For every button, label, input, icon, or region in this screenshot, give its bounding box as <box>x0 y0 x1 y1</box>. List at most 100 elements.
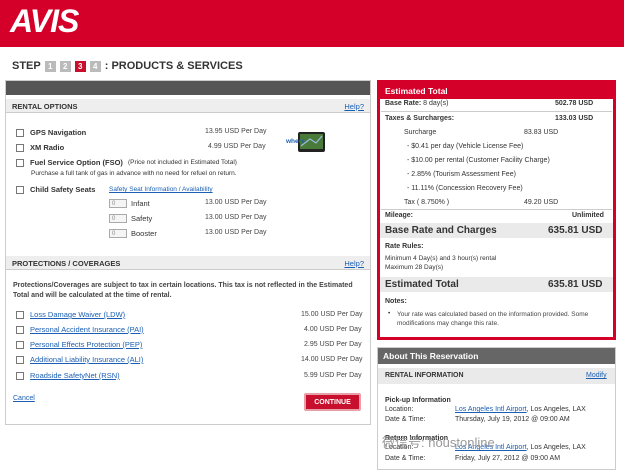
safety-price: 13.00 USD Per Day <box>205 214 267 221</box>
child-seats-option: Child Safety Seats <box>16 185 95 194</box>
step-3-active: 3 <box>74 60 86 72</box>
rsn-option: Roadside SafetyNet (RSN) <box>16 371 120 380</box>
fso-description: Purchase a full tank of gas in advance w… <box>31 170 237 177</box>
pickup-datetime: Thursday, July 19, 2012 @ 09:00 AM <box>455 416 570 423</box>
ali-price: 14.00 USD Per Day <box>301 356 363 363</box>
safety-label: Safety <box>131 214 153 223</box>
surcharge-label: Surcharge <box>404 129 437 136</box>
taxes-label: Taxes & Surcharges: <box>385 115 455 122</box>
pickup-location: Los Angeles Intl Airport, Los Angeles, L… <box>455 406 586 413</box>
estimated-total-header: Estimated Total <box>380 83 613 99</box>
estimated-total-label: Estimated Total <box>385 279 459 290</box>
rental-options-help-link[interactable]: Help? <box>344 102 364 111</box>
rate-rule-max: Maximum 28 Day(s) <box>385 264 444 271</box>
pai-link[interactable]: Personal Accident Insurance (PAI) <box>30 325 144 334</box>
pickup-datetime-label: Date & Time: <box>385 416 426 423</box>
pai-checkbox[interactable] <box>16 325 24 334</box>
gps-brand-text: where <box>286 138 305 145</box>
fso-checkbox[interactable] <box>16 158 24 167</box>
booster-qty-select[interactable]: 0 <box>109 229 127 238</box>
xm-price: 4.99 USD Per Day <box>208 143 266 150</box>
fso-option: Fuel Service Option (FSO) (Price not inc… <box>16 158 237 167</box>
divider <box>381 111 612 112</box>
rsn-price: 5.99 USD Per Day <box>304 372 362 379</box>
watermark: 微信号: houstonline <box>382 435 495 450</box>
fso-note: (Price not included in Estimated Total) <box>127 159 237 166</box>
ali-option: Additional Liability Insurance (ALI) <box>16 355 143 364</box>
base-rate-label: Base Rate: <box>385 100 422 107</box>
step-2[interactable]: 2 <box>59 60 71 72</box>
child-seats-label: Child Safety Seats <box>30 185 96 194</box>
return-datetime: Friday, July 27, 2012 @ 09:00 AM <box>455 455 561 462</box>
step-indicator: STEP 1 2 3 4 : PRODUCTS & SERVICES <box>12 59 243 73</box>
rate-rules-label: Rate Rules: <box>385 243 424 250</box>
ldw-checkbox[interactable] <box>16 310 24 319</box>
pep-price: 2.95 USD Per Day <box>304 341 362 348</box>
ldw-link[interactable]: Loss Damage Waiver (LDW) <box>30 310 125 319</box>
modify-link[interactable]: Modify <box>586 372 607 379</box>
panel-top-bar <box>6 81 370 95</box>
pickup-location-label: Location: <box>385 406 414 413</box>
rental-info-title: RENTAL INFORMATION <box>385 372 464 379</box>
cancel-link[interactable]: Cancel <box>13 395 35 402</box>
pai-price: 4.00 USD Per Day <box>304 326 362 333</box>
gps-option: GPS Navigation <box>16 128 86 137</box>
rate-rule-min: Minimum 4 Day(s) and 3 hour(s) rental <box>385 255 497 262</box>
rental-options-header: RENTAL OPTIONS Help? <box>6 99 370 113</box>
surcharge-value: 83.83 USD <box>524 129 559 136</box>
step-label: STEP <box>12 60 41 72</box>
estimated-total-value: 635.81 USD <box>548 279 603 290</box>
base-rate-value: 502.78 USD <box>555 100 594 107</box>
rsn-link[interactable]: Roadside SafetyNet (RSN) <box>30 371 120 380</box>
safety-seat-info-link[interactable]: Safety Seat Information / Availability <box>109 186 213 193</box>
site-header: AVIS <box>0 0 624 47</box>
pai-option: Personal Accident Insurance (PAI) <box>16 325 144 334</box>
taxes-value: 133.03 USD <box>555 115 594 122</box>
gps-price: 13.95 USD Per Day <box>205 128 267 135</box>
infant-qty-select[interactable]: 0 <box>109 199 127 208</box>
notes-text: Your rate was calculated based on the in… <box>397 311 589 327</box>
ldw-price: 15.00 USD Per Day <box>301 311 363 318</box>
continue-button[interactable]: CONTINUE <box>304 393 361 411</box>
brc-label: Base Rate and Charges <box>385 225 497 236</box>
gps-checkbox[interactable] <box>16 128 24 137</box>
mileage-label: Mileage: <box>385 212 414 219</box>
avis-logo[interactable]: AVIS <box>10 3 79 40</box>
booster-label: Booster <box>131 229 157 238</box>
ldw-option: Loss Damage Waiver (LDW) <box>16 310 125 319</box>
rsn-checkbox[interactable] <box>16 371 24 380</box>
base-rate-days: 8 day(s) <box>423 100 449 107</box>
fee-vehicle-license: - $0.41 per day (Vehicle License Fee) <box>407 143 524 150</box>
infant-seat-row: 0 Infant <box>109 199 150 208</box>
rental-options-title: RENTAL OPTIONS <box>12 102 78 111</box>
return-datetime-label: Date & Time: <box>385 455 426 462</box>
base-rate-row: Base Rate: 8 day(s) <box>385 100 448 107</box>
fee-customer-facility: - $10.00 per rental (Customer Facility C… <box>407 157 550 164</box>
step-1[interactable]: 1 <box>44 60 56 72</box>
child-seats-checkbox[interactable] <box>16 185 24 194</box>
notes-label: Notes: <box>385 298 407 305</box>
ali-link[interactable]: Additional Liability Insurance (ALI) <box>30 355 143 364</box>
xm-checkbox[interactable] <box>16 143 24 152</box>
infant-price: 13.00 USD Per Day <box>205 199 267 206</box>
safety-qty-select[interactable]: 0 <box>109 214 127 223</box>
pep-option: Personal Effects Protection (PEP) <box>16 340 142 349</box>
step-4: 4 <box>89 60 101 72</box>
protections-note: Protections/Coverages are subject to tax… <box>13 282 353 299</box>
booster-seat-row: 0 Booster <box>109 229 157 238</box>
divider <box>381 209 612 210</box>
protections-title: PROTECTIONS / COVERAGES <box>12 259 121 268</box>
fee-concession: - 11.11% (Concession Recovery Fee) <box>407 185 523 192</box>
notes-bullet-icon: • <box>388 310 391 317</box>
fso-label: Fuel Service Option (FSO) <box>30 158 123 167</box>
protections-header: PROTECTIONS / COVERAGES Help? <box>6 256 370 270</box>
pickup-location-city: , Los Angeles, LAX <box>526 406 586 413</box>
pickup-location-link[interactable]: Los Angeles Intl Airport <box>455 406 527 413</box>
protections-help-link[interactable]: Help? <box>344 259 364 268</box>
safety-seat-row: 0 Safety <box>109 214 152 223</box>
booster-price: 13.00 USD Per Day <box>205 229 267 236</box>
pep-checkbox[interactable] <box>16 340 24 349</box>
ali-checkbox[interactable] <box>16 355 24 364</box>
return-location-city: , Los Angeles, LAX <box>526 444 586 451</box>
pep-link[interactable]: Personal Effects Protection (PEP) <box>30 340 142 349</box>
